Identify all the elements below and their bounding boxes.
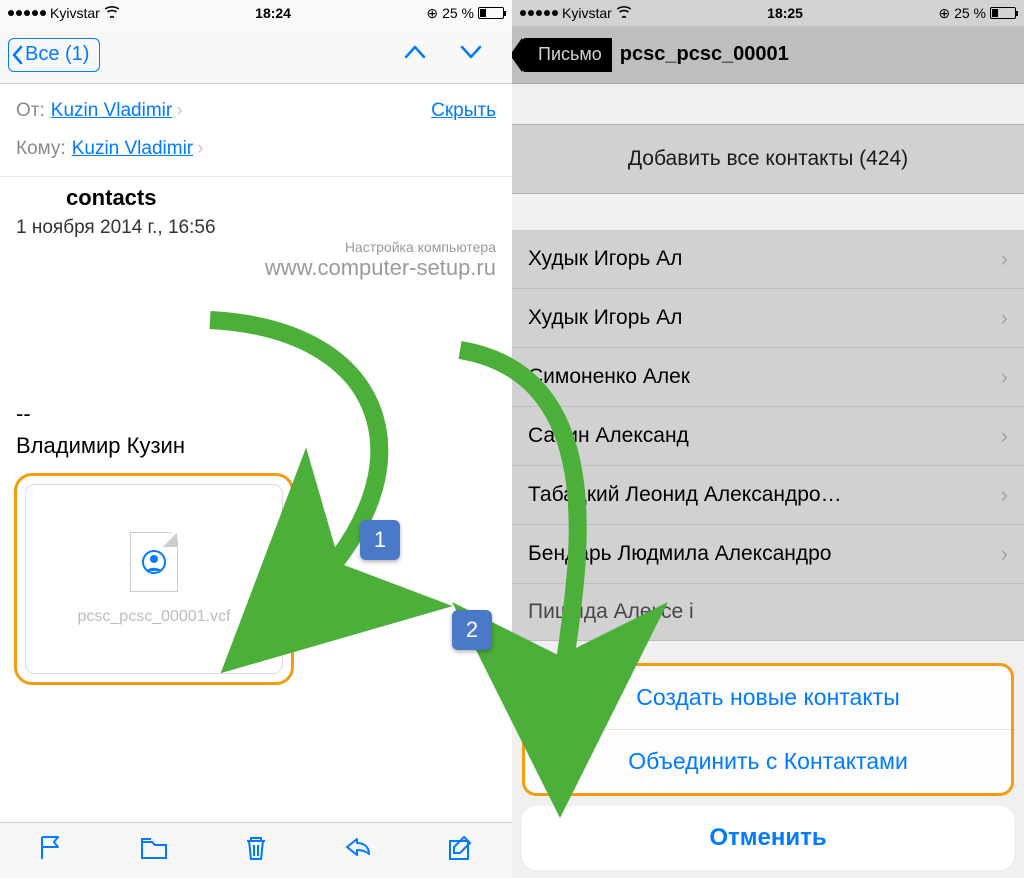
carrier-label: Kyivstar [562, 5, 612, 21]
hide-details-link[interactable]: Скрыть [431, 100, 496, 122]
mail-headers: От: Kuzin Vladimir › Скрыть Кому: Kuzin … [0, 84, 512, 177]
status-bar-right: Kyivstar 18:25 ⊕ 25 % [512, 0, 1024, 26]
nav-bar-right: Письмо pcsc_pcsc_00001 [512, 26, 1024, 84]
chevron-right-icon: › [1001, 305, 1008, 331]
contact-row[interactable]: Табацкий Леонид Александро…› [512, 466, 1024, 525]
mail-date: 1 ноября 2014 г., 16:56 [16, 217, 496, 239]
signal-dots-icon [520, 10, 558, 16]
prev-message-button[interactable] [402, 39, 428, 70]
chevron-right-icon: › [197, 138, 203, 160]
back-label: Все (1) [25, 43, 89, 66]
chevron-right-icon: › [1001, 482, 1008, 508]
next-message-button[interactable] [458, 39, 484, 70]
create-new-contacts-button[interactable]: Создать новые контакты [525, 666, 1011, 730]
from-link[interactable]: Kuzin Vladimir [51, 100, 172, 122]
subject: contacts [66, 185, 496, 211]
chevron-right-icon: › [1001, 364, 1008, 390]
attachment-highlight: pcsc_pcsc_00001.vcf [14, 473, 294, 685]
back-button[interactable]: Все (1) [8, 38, 100, 72]
contact-row[interactable]: Худык Игорь Ал› [512, 289, 1024, 348]
chevron-right-icon: › [1001, 423, 1008, 449]
flag-button[interactable] [36, 833, 66, 868]
wifi-icon [616, 5, 632, 21]
to-link[interactable]: Kuzin Vladimir [72, 138, 193, 160]
subject-block: contacts 1 ноября 2014 г., 16:56 [0, 177, 512, 239]
signature: Владимир Кузин [16, 433, 496, 459]
alarm-icon: ⊕ [426, 5, 438, 22]
back-button[interactable]: Письмо [520, 38, 612, 72]
from-label: От: [16, 100, 45, 122]
contact-row[interactable]: Савин Александ› [512, 407, 1024, 466]
nav-title: pcsc_pcsc_00001 [620, 43, 789, 66]
chevron-left-icon [9, 38, 25, 72]
contact-row[interactable]: Симоненко Алек› [512, 348, 1024, 407]
action-sheet: Создать новые контакты Объединить с Конт… [522, 663, 1014, 870]
battery-icon [990, 7, 1016, 19]
mail-screen: Kyivstar 18:24 ⊕ 25 % Все (1) [0, 0, 512, 878]
chevron-right-icon: › [176, 100, 182, 122]
clock: 18:24 [255, 5, 291, 21]
clock: 18:25 [767, 5, 803, 21]
contact-list: Худык Игорь Ал› Худык Игорь Ал› Симоненк… [512, 230, 1024, 584]
action-sheet-highlight: Создать новые контакты Объединить с Конт… [522, 663, 1014, 796]
battery-icon [478, 7, 504, 19]
battery-percent: 25 % [442, 5, 474, 21]
battery-percent: 25 % [954, 5, 986, 21]
carrier-label: Kyivstar [50, 5, 100, 21]
contact-row-partial: Пищида Алексе і [512, 584, 1024, 641]
vcf-file-icon [130, 532, 178, 592]
contact-row[interactable]: Бендарь Людмила Александро› [512, 525, 1024, 584]
cancel-button[interactable]: Отменить [522, 806, 1014, 870]
alarm-icon: ⊕ [938, 5, 950, 22]
attachment-filename: pcsc_pcsc_00001.vcf [78, 608, 231, 626]
watermark: Настройка компьютера www.computer-setup.… [0, 239, 512, 281]
mail-body: -- Владимир Кузин [0, 281, 512, 459]
merge-with-contacts-button[interactable]: Объединить с Контактами [525, 730, 1011, 793]
compose-button[interactable] [446, 833, 476, 868]
contact-row[interactable]: Худык Игорь Ал› [512, 230, 1024, 289]
chevron-right-icon: › [1001, 246, 1008, 272]
to-label: Кому: [16, 138, 66, 160]
status-bar-left: Kyivstar 18:24 ⊕ 25 % [0, 0, 512, 26]
contacts-import-screen: Kyivstar 18:25 ⊕ 25 % Письмо pcsc_pcsc_0… [512, 0, 1024, 878]
delete-button[interactable] [241, 833, 271, 868]
add-all-contacts-button[interactable]: Добавить все контакты (424) [512, 124, 1024, 194]
signal-dots-icon [8, 10, 46, 16]
mail-toolbar [0, 822, 512, 878]
reply-button[interactable] [343, 833, 373, 868]
chevron-right-icon: › [1001, 541, 1008, 567]
wifi-icon [104, 5, 120, 21]
move-button[interactable] [139, 833, 169, 868]
nav-bar-left: Все (1) [0, 26, 512, 84]
attachment[interactable]: pcsc_pcsc_00001.vcf [25, 484, 283, 674]
